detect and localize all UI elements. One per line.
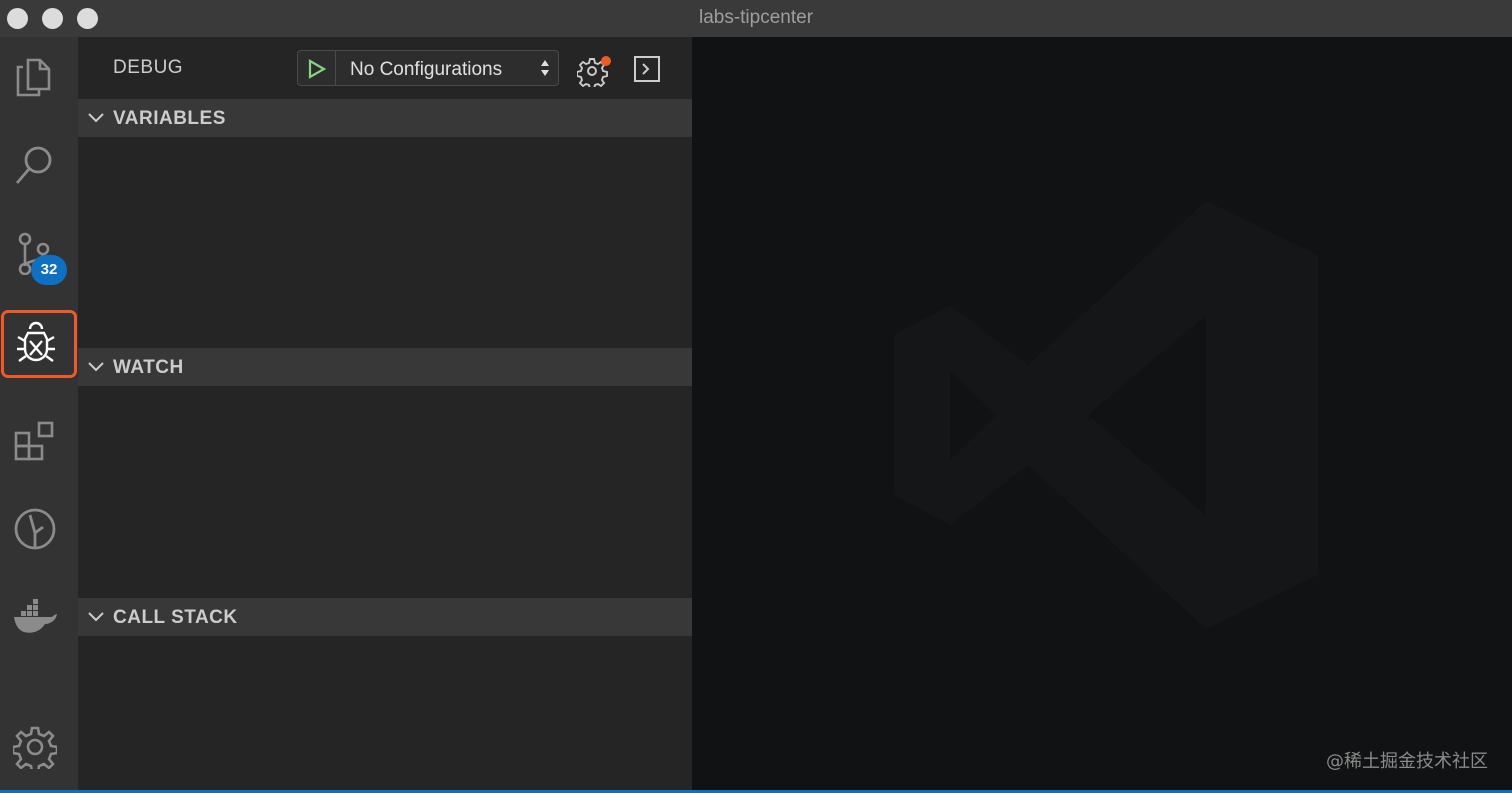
- docker-icon: [14, 599, 57, 633]
- vscode-logo-icon: [894, 201, 1318, 629]
- gear-icon: [576, 56, 611, 90]
- activity-extensions[interactable]: [0, 401, 78, 481]
- activity-manage[interactable]: [0, 707, 78, 787]
- sidebar-title: DEBUG: [113, 57, 184, 78]
- select-arrows-icon: [541, 60, 549, 76]
- debug-console-button[interactable]: [634, 56, 660, 82]
- open-launch-json-button[interactable]: [576, 53, 615, 90]
- files-icon: [16, 58, 51, 97]
- debug-sidebar: DEBUG No Configurations VARIABLES WATCH …: [78, 37, 692, 793]
- gitlens-icon: [14, 508, 56, 550]
- activity-bar: 32: [0, 37, 78, 793]
- chevron-down-icon: [88, 113, 104, 123]
- play-icon: [308, 59, 326, 79]
- section-call-stack[interactable]: CALL STACK: [78, 598, 692, 636]
- search-icon: [15, 146, 52, 184]
- configuration-label: No Configurations: [350, 59, 503, 80]
- debug-header: DEBUG No Configurations: [78, 37, 692, 99]
- watermark-credit: @稀土掘金技术社区: [1326, 751, 1488, 772]
- section-watch[interactable]: WATCH: [78, 348, 692, 386]
- section-variables[interactable]: VARIABLES: [78, 99, 692, 137]
- activity-gitlens[interactable]: [0, 489, 78, 569]
- activity-docker[interactable]: [0, 577, 78, 657]
- debug-icon: [17, 321, 55, 362]
- window-title: labs-tipcenter: [698, 7, 814, 28]
- chevron-down-icon: [88, 612, 104, 622]
- extensions-icon: [14, 421, 54, 461]
- section-label: CALL STACK: [113, 607, 238, 628]
- section-label: VARIABLES: [113, 108, 226, 129]
- configuration-select[interactable]: No Configurations: [297, 50, 559, 86]
- activity-explorer[interactable]: [0, 37, 78, 117]
- gear-icon: [13, 726, 57, 769]
- terminal-icon: [634, 56, 660, 82]
- editor-area: @稀土掘金技术社区: [692, 37, 1512, 790]
- start-debugging-button[interactable]: [298, 51, 336, 85]
- title-bar: labs-tipcenter: [0, 0, 1512, 37]
- chevron-down-icon: [88, 362, 104, 372]
- section-label: WATCH: [113, 357, 184, 378]
- activity-debug[interactable]: [0, 309, 78, 389]
- activity-search[interactable]: [0, 125, 78, 205]
- source-control-badge: 32: [31, 255, 67, 285]
